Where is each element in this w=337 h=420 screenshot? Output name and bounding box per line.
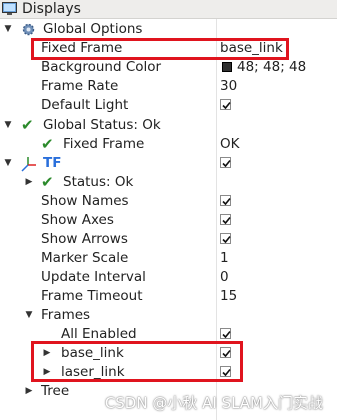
tf-status-label: Status: Ok [63, 174, 134, 190]
status-fixed-frame-label: Fixed Frame [63, 136, 145, 152]
watermark-text: CSDN @小秋 AI SLAM入门实战 [104, 394, 323, 412]
expand-arrow-right-icon[interactable]: ▶ [42, 344, 52, 363]
frame-timeout-value[interactable]: 15 [220, 287, 237, 306]
tree-row-global-options[interactable]: ▼ Global Options [0, 20, 337, 39]
property-background-color[interactable]: Background Color 48; 48; 48 [0, 58, 337, 77]
fixed-frame-label: Fixed Frame [41, 40, 123, 56]
expand-arrow-right-icon[interactable]: ▶ [42, 363, 52, 382]
tf-label: TF [43, 155, 62, 171]
all-enabled-label: All Enabled [61, 326, 137, 342]
expand-arrow-down-icon[interactable]: ▼ [3, 20, 13, 39]
tree-row-frames[interactable]: ▼ Frames [0, 306, 337, 325]
expand-arrow-down-icon[interactable]: ▼ [3, 154, 13, 173]
frame-checkbox[interactable] [220, 347, 231, 358]
frame-label: base_link [61, 345, 124, 361]
property-show-arrows[interactable]: Show Arrows [0, 230, 337, 249]
color-swatch[interactable] [222, 62, 232, 72]
show-axes-label: Show Axes [41, 212, 114, 228]
property-update-interval[interactable]: Update Interval 0 [0, 268, 337, 287]
status-fixed-frame-value: OK [220, 136, 240, 152]
expand-arrow-right-icon[interactable]: ▶ [24, 382, 34, 401]
frame-label: laser_link [61, 364, 125, 380]
background-color-label: Background Color [41, 59, 162, 75]
displays-panel: Displays ▼ Global Options Fixed Frame ba… [0, 0, 337, 420]
marker-scale-label: Marker Scale [41, 250, 129, 266]
property-marker-scale[interactable]: Marker Scale 1 [0, 249, 337, 268]
update-interval-label: Update Interval [41, 269, 146, 285]
all-enabled-checkbox[interactable] [220, 328, 231, 339]
status-ok-check-icon: ✔ [41, 135, 54, 153]
frames-label: Frames [41, 307, 91, 323]
show-arrows-checkbox[interactable] [220, 233, 231, 244]
expand-arrow-down-icon[interactable]: ▼ [24, 306, 34, 325]
property-frame-rate[interactable]: Frame Rate 30 [0, 77, 337, 96]
update-interval-value[interactable]: 0 [220, 268, 229, 287]
status-ok-check-icon: ✔ [21, 116, 34, 134]
tree-row-tf-status[interactable]: ▶ ✔ Status: Ok [0, 173, 337, 192]
show-names-label: Show Names [41, 193, 129, 209]
tree-row-global-status[interactable]: ▼ ✔ Global Status: Ok [0, 116, 337, 135]
property-frame-timeout[interactable]: Frame Timeout 15 [0, 287, 337, 306]
frame-rate-value[interactable]: 30 [220, 77, 237, 96]
frame-timeout-label: Frame Timeout [41, 288, 143, 304]
global-status-label: Global Status: Ok [43, 117, 161, 133]
marker-scale-value[interactable]: 1 [220, 249, 229, 268]
frame-rate-label: Frame Rate [41, 78, 119, 94]
gear-icon [22, 23, 35, 36]
expand-arrow-down-icon[interactable]: ▼ [3, 116, 13, 135]
panel-titlebar: Displays [0, 0, 337, 19]
background-color-value[interactable]: 48; 48; 48 [237, 58, 306, 77]
tree-label: Tree [41, 383, 70, 399]
frame-checkbox[interactable] [220, 366, 231, 377]
tree-row-frame-laser-link[interactable]: ▶ laser_link [0, 363, 337, 382]
fixed-frame-value[interactable]: base_link [220, 39, 283, 58]
panel-title: Displays [22, 1, 81, 17]
property-show-names[interactable]: Show Names [0, 192, 337, 211]
tf-axes-icon [21, 156, 37, 172]
tf-enabled-checkbox[interactable] [220, 157, 231, 168]
property-default-light[interactable]: Default Light [0, 96, 337, 115]
expand-arrow-right-icon[interactable]: ▶ [24, 173, 34, 192]
tree-row-tf[interactable]: ▼ TF [0, 154, 337, 173]
property-fixed-frame[interactable]: Fixed Frame base_link [0, 39, 337, 58]
property-all-enabled[interactable]: All Enabled [0, 325, 337, 344]
show-names-checkbox[interactable] [220, 195, 231, 206]
tree-row-frame-base-link[interactable]: ▶ base_link [0, 344, 337, 363]
show-axes-checkbox[interactable] [220, 214, 231, 225]
default-light-label: Default Light [41, 97, 129, 113]
monitor-icon [2, 2, 17, 16]
property-show-axes[interactable]: Show Axes [0, 211, 337, 230]
show-arrows-label: Show Arrows [41, 231, 128, 247]
global-options-label: Global Options [43, 21, 143, 37]
status-fixed-frame[interactable]: ✔ Fixed Frame OK [0, 135, 337, 154]
default-light-checkbox[interactable] [220, 99, 231, 110]
status-ok-check-icon: ✔ [41, 173, 54, 191]
